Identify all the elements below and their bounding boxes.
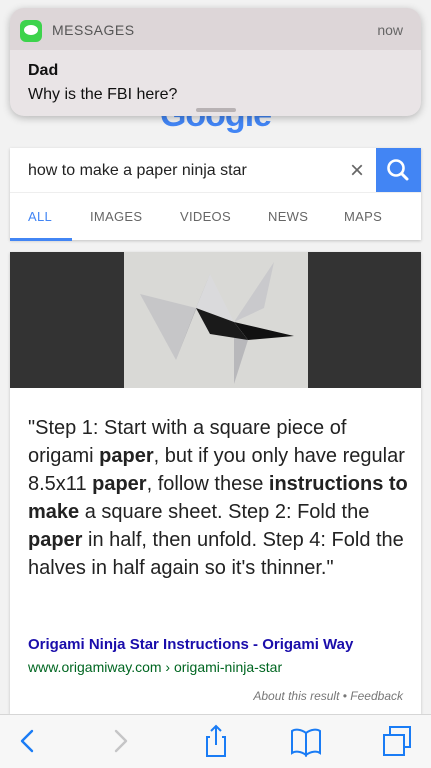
result-url[interactable]: www.origamiway.com › origami-ninja-star <box>28 659 282 675</box>
forward-button[interactable] <box>100 723 140 759</box>
chevron-right-icon <box>114 729 128 753</box>
notification-sender: Dad <box>28 62 59 79</box>
tabs-button[interactable] <box>376 723 416 759</box>
search-box: how to make a paper ninja star × ALL IMA… <box>10 148 421 241</box>
close-icon[interactable]: × <box>344 156 370 186</box>
notification-message: Why is the FBI here? <box>28 86 178 103</box>
tab-all[interactable]: ALL <box>28 209 52 224</box>
tabs-icon <box>383 726 411 756</box>
result-feedback[interactable]: About this result • Feedback <box>253 689 403 703</box>
share-icon <box>206 724 226 757</box>
result-image[interactable] <box>10 252 421 388</box>
search-button[interactable] <box>376 148 421 192</box>
book-icon <box>291 728 321 758</box>
ninja-star-image <box>124 252 308 388</box>
featured-snippet-card: "Step 1: Start with a square piece of or… <box>10 252 421 714</box>
bookmarks-button[interactable] <box>286 723 326 759</box>
active-tab-indicator <box>10 238 72 241</box>
search-input[interactable]: how to make a paper ninja star <box>28 162 247 180</box>
notification-time: now <box>377 22 403 38</box>
search-tabs: ALL IMAGES VIDEOS NEWS MAPS <box>10 192 421 241</box>
tab-maps[interactable]: MAPS <box>344 209 382 224</box>
result-title-link[interactable]: Origami Ninja Star Instructions - Origam… <box>28 636 353 653</box>
tab-images[interactable]: IMAGES <box>90 209 142 224</box>
notification-app-name: MESSAGES <box>52 22 135 38</box>
snippet-text: "Step 1: Start with a square piece of or… <box>28 417 408 579</box>
browser-toolbar <box>0 714 431 768</box>
notification-banner[interactable]: MESSAGES now Dad Why is the FBI here? <box>10 8 421 116</box>
notification-grabber[interactable] <box>196 108 236 112</box>
tab-videos[interactable]: VIDEOS <box>180 209 231 224</box>
search-icon <box>387 159 409 181</box>
back-button[interactable] <box>8 723 48 759</box>
messages-app-icon <box>20 20 42 42</box>
chevron-left-icon <box>20 729 34 753</box>
tab-news[interactable]: NEWS <box>268 209 308 224</box>
share-button[interactable] <box>196 723 236 759</box>
